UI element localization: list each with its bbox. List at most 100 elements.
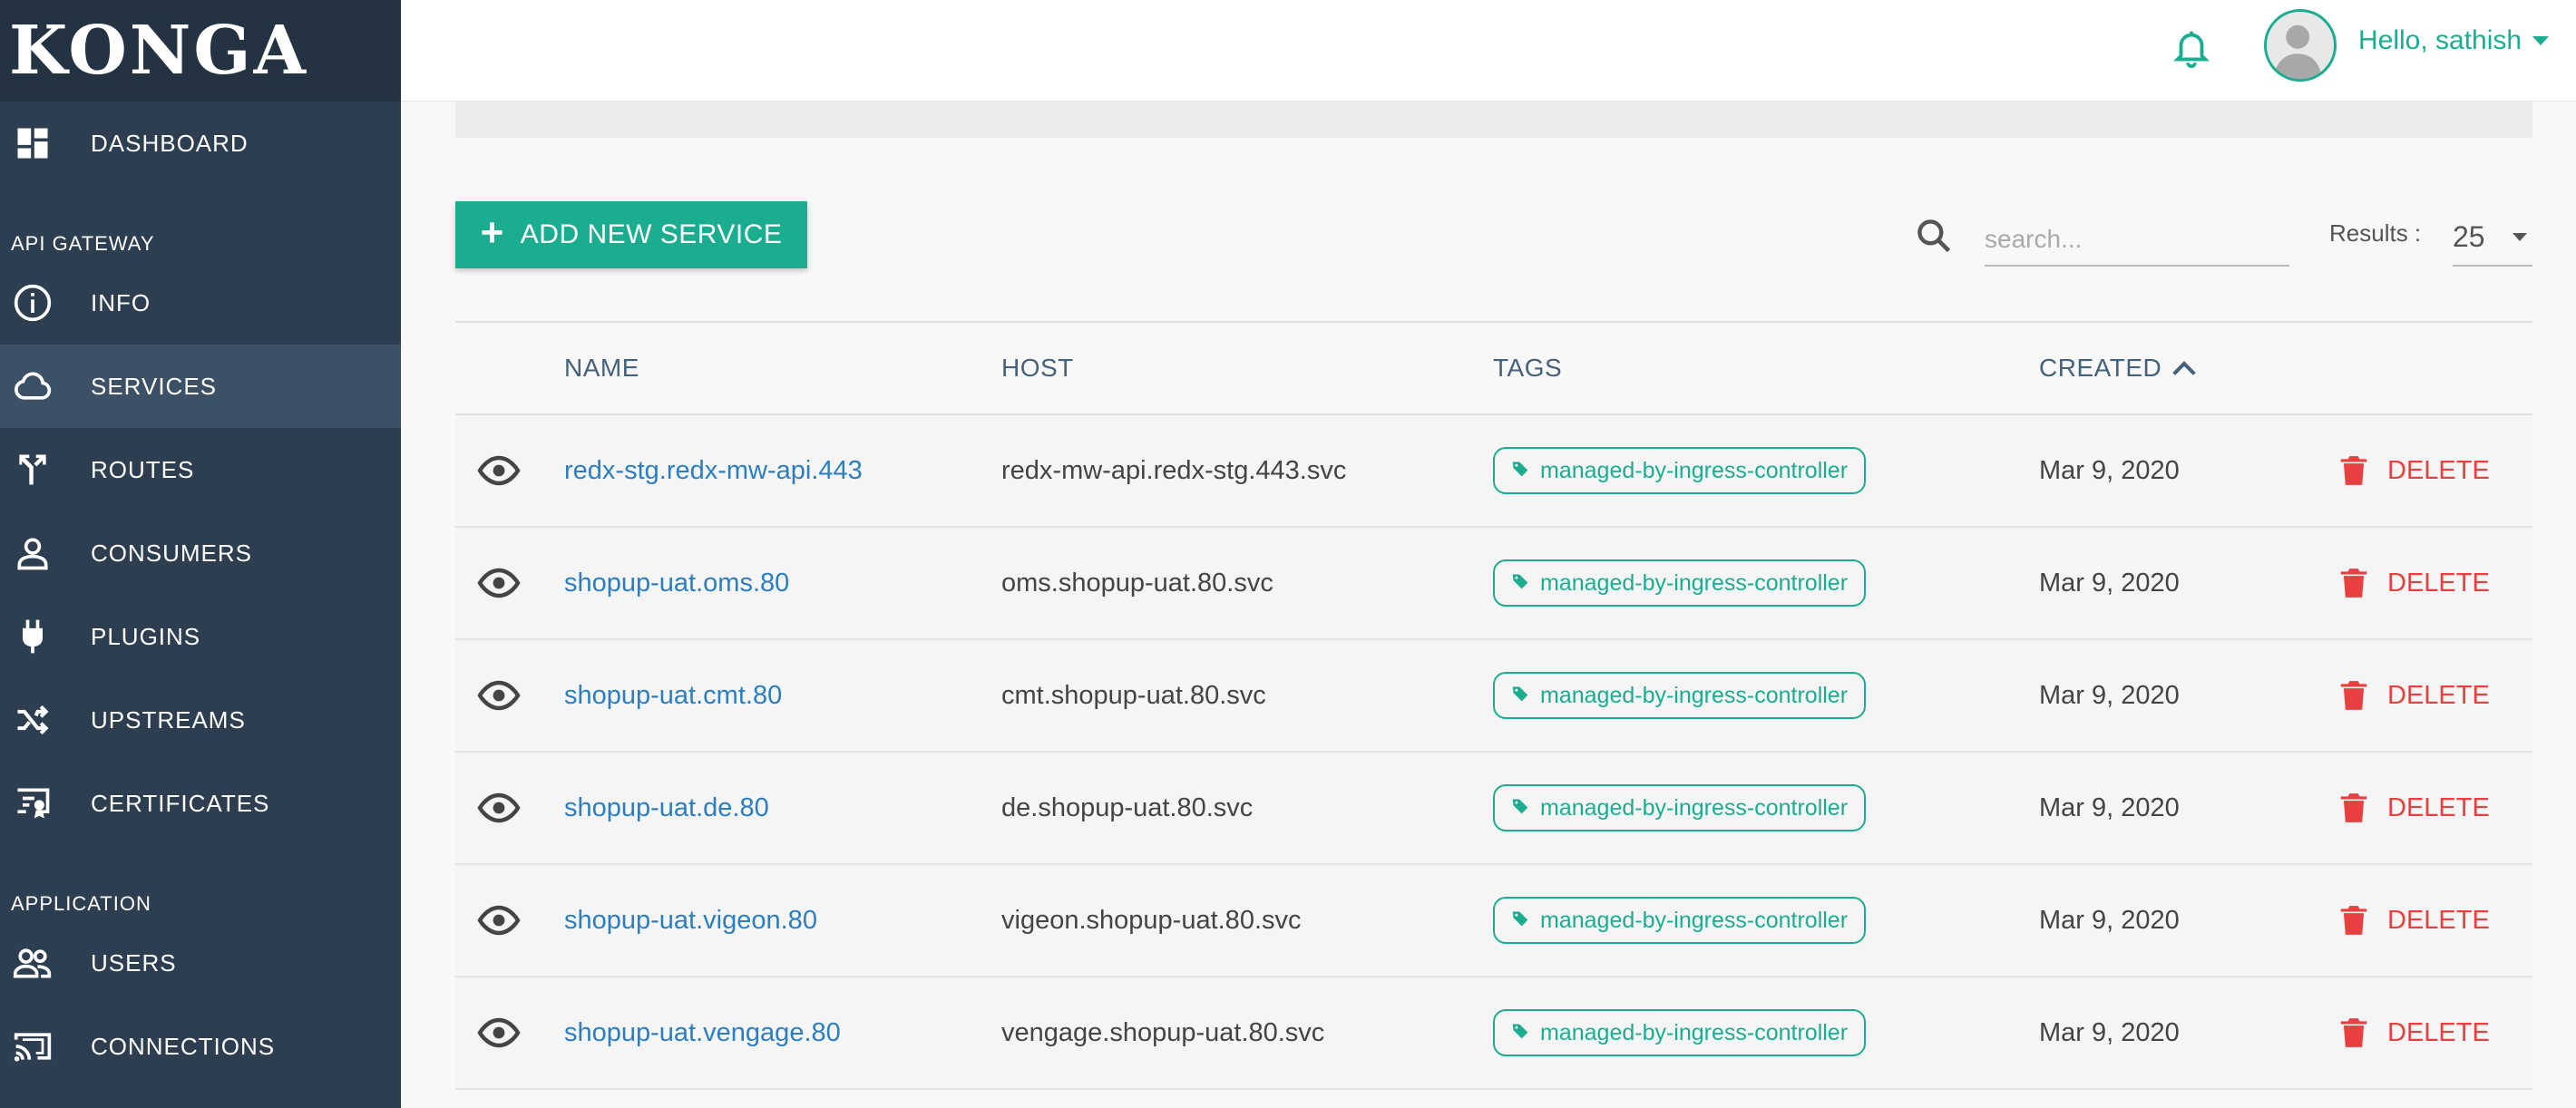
tag-icon xyxy=(1511,458,1529,484)
konga-logo[interactable]: KONGA xyxy=(9,17,308,84)
delete-button[interactable]: DELETE xyxy=(2337,977,2490,1088)
tag-cell: managed-by-ingress-controller xyxy=(1493,977,1867,1088)
tag-icon xyxy=(1511,683,1529,709)
plus-icon: + xyxy=(480,210,504,255)
sidebar-item-info[interactable]: INFO xyxy=(0,261,401,345)
info-icon xyxy=(13,283,53,323)
sidebar-item-services[interactable]: SERVICES xyxy=(0,345,401,428)
sidebar-item-dashboard[interactable]: DASHBOARD xyxy=(0,102,401,185)
view-eye-icon[interactable] xyxy=(477,753,522,863)
tag-label: managed-by-ingress-controller xyxy=(1540,907,1849,933)
tag-icon xyxy=(1511,570,1529,597)
tag-icon xyxy=(1511,795,1529,821)
tag-label: managed-by-ingress-controller xyxy=(1540,569,1849,596)
sidebar-item-users[interactable]: USERS xyxy=(0,921,401,1005)
sidebar-item-routes[interactable]: ROUTES xyxy=(0,428,401,511)
column-header-name[interactable]: NAME xyxy=(564,354,639,383)
tag-cell: managed-by-ingress-controller xyxy=(1493,753,1867,863)
add-new-service-button[interactable]: + ADD NEW SERVICE xyxy=(455,201,807,268)
service-host: de.shopup-uat.80.svc xyxy=(1001,792,1254,822)
sidebar-item-label: PLUGINS xyxy=(91,622,201,650)
delete-button[interactable]: DELETE xyxy=(2337,528,2490,638)
table-body: redx-stg.redx-mw-api.443 redx-mw-api.redx… xyxy=(455,415,2532,1090)
tag-cell: managed-by-ingress-controller xyxy=(1493,640,1867,751)
created-date: Mar 9, 2020 xyxy=(2039,455,2180,485)
delete-label: DELETE xyxy=(2387,1017,2490,1047)
delete-label: DELETE xyxy=(2387,568,2490,598)
service-name-link[interactable]: shopup-uat.vigeon.80 xyxy=(564,865,817,976)
service-name-link[interactable]: shopup-uat.vengage.80 xyxy=(564,977,841,1088)
service-name-link[interactable]: shopup-uat.de.80 xyxy=(564,753,769,863)
chevron-down-icon xyxy=(2532,36,2550,45)
sidebar-item-plugins[interactable]: PLUGINS xyxy=(0,595,401,678)
column-header-created[interactable]: CREATED xyxy=(2039,354,2196,384)
tag-icon xyxy=(1511,1020,1529,1046)
view-eye-icon[interactable] xyxy=(477,865,522,976)
view-eye-icon[interactable] xyxy=(477,640,522,751)
user-menu[interactable]: Hello, sathish xyxy=(2358,25,2550,56)
trash-icon xyxy=(2337,453,2371,488)
results-per-page-select[interactable]: 25 xyxy=(2453,209,2532,267)
sidebar-item-upstreams[interactable]: UPSTREAMS xyxy=(0,678,401,762)
column-header-tags[interactable]: TAGS xyxy=(1493,354,1562,383)
tag-icon xyxy=(1511,908,1529,934)
tag-label: managed-by-ingress-controller xyxy=(1540,682,1849,708)
plug-icon xyxy=(13,617,53,656)
avatar[interactable] xyxy=(2264,9,2337,82)
sidebar-item-label: DASHBOARD xyxy=(91,129,249,157)
trash-icon xyxy=(2337,1016,2371,1050)
table-row: shopup-uat.de.80 de.shopup-uat.80.svc mana… xyxy=(455,753,2532,865)
tag-cell: managed-by-ingress-controller xyxy=(1493,415,1867,526)
trash-icon xyxy=(2337,566,2371,600)
table-row: shopup-uat.cmt.80 cmt.shopup-uat.80.svc ma… xyxy=(455,640,2532,753)
notifications-bell-icon[interactable] xyxy=(2164,22,2219,73)
sidebar-item-label: ROUTES xyxy=(91,455,195,483)
dashboard-icon xyxy=(13,123,53,163)
sidebar-item-label: UPSTREAMS xyxy=(91,705,246,734)
view-eye-icon[interactable] xyxy=(477,977,522,1088)
sidebar-item-label: INFO xyxy=(91,288,151,316)
sidebar-item-consumers[interactable]: CONSUMERS xyxy=(0,511,401,595)
tag-chip: managed-by-ingress-controller xyxy=(1493,559,1867,607)
add-new-service-label: ADD NEW SERVICE xyxy=(520,219,783,249)
logo-bar: KONGA xyxy=(0,0,401,102)
delete-button[interactable]: DELETE xyxy=(2337,415,2490,526)
top-bar: Hello, sathish xyxy=(401,0,2576,102)
table-row: shopup-uat.vengage.80 vengage.shopup-uat.… xyxy=(455,977,2532,1090)
sidebar-item-certificates[interactable]: CERTIFICATES xyxy=(0,762,401,845)
table-row: shopup-uat.oms.80 oms.shopup-uat.80.svc ma… xyxy=(455,528,2532,640)
table-row: shopup-uat.vigeon.80 vigeon.shopup-uat.80… xyxy=(455,865,2532,977)
sidebar-item-connections[interactable]: CONNECTIONS xyxy=(0,1005,401,1088)
column-header-host[interactable]: HOST xyxy=(1001,354,1074,383)
tag-cell: managed-by-ingress-controller xyxy=(1493,528,1867,638)
sidebar-item-label: SERVICES xyxy=(91,372,218,400)
service-name-link[interactable]: shopup-uat.oms.80 xyxy=(564,528,789,638)
service-name-link[interactable]: redx-stg.redx-mw-api.443 xyxy=(564,415,863,526)
tag-chip: managed-by-ingress-controller xyxy=(1493,672,1867,719)
cloud-icon xyxy=(13,366,53,406)
service-name-link[interactable]: shopup-uat.cmt.80 xyxy=(564,640,782,751)
created-date: Mar 9, 2020 xyxy=(2039,1017,2180,1047)
service-host: cmt.shopup-uat.80.svc xyxy=(1001,680,1266,710)
tag-chip: managed-by-ingress-controller xyxy=(1493,897,1867,944)
created-date: Mar 9, 2020 xyxy=(2039,792,2180,822)
view-eye-icon[interactable] xyxy=(477,528,522,638)
created-date: Mar 9, 2020 xyxy=(2039,568,2180,598)
delete-button[interactable]: DELETE xyxy=(2337,640,2490,751)
service-host: oms.shopup-uat.80.svc xyxy=(1001,568,1273,598)
delete-button[interactable]: DELETE xyxy=(2337,865,2490,976)
service-host: redx-mw-api.redx-stg.443.svc xyxy=(1001,455,1347,485)
service-host: vigeon.shopup-uat.80.svc xyxy=(1001,905,1302,935)
section-api-gateway: API GATEWAY xyxy=(11,232,155,255)
view-eye-icon[interactable] xyxy=(477,415,522,526)
sidebar: KONGA DASHBOARD API GATEWAY INFO SERVICE… xyxy=(0,0,401,1108)
delete-button[interactable]: DELETE xyxy=(2337,753,2490,863)
tag-label: managed-by-ingress-controller xyxy=(1540,1019,1849,1045)
tag-label: managed-by-ingress-controller xyxy=(1540,794,1849,821)
users-icon xyxy=(13,943,53,983)
shuffle-icon xyxy=(13,700,53,740)
section-application: APPLICATION xyxy=(11,892,151,915)
routes-icon xyxy=(13,450,53,490)
trash-icon xyxy=(2337,791,2371,825)
search-input[interactable] xyxy=(1985,214,2289,267)
